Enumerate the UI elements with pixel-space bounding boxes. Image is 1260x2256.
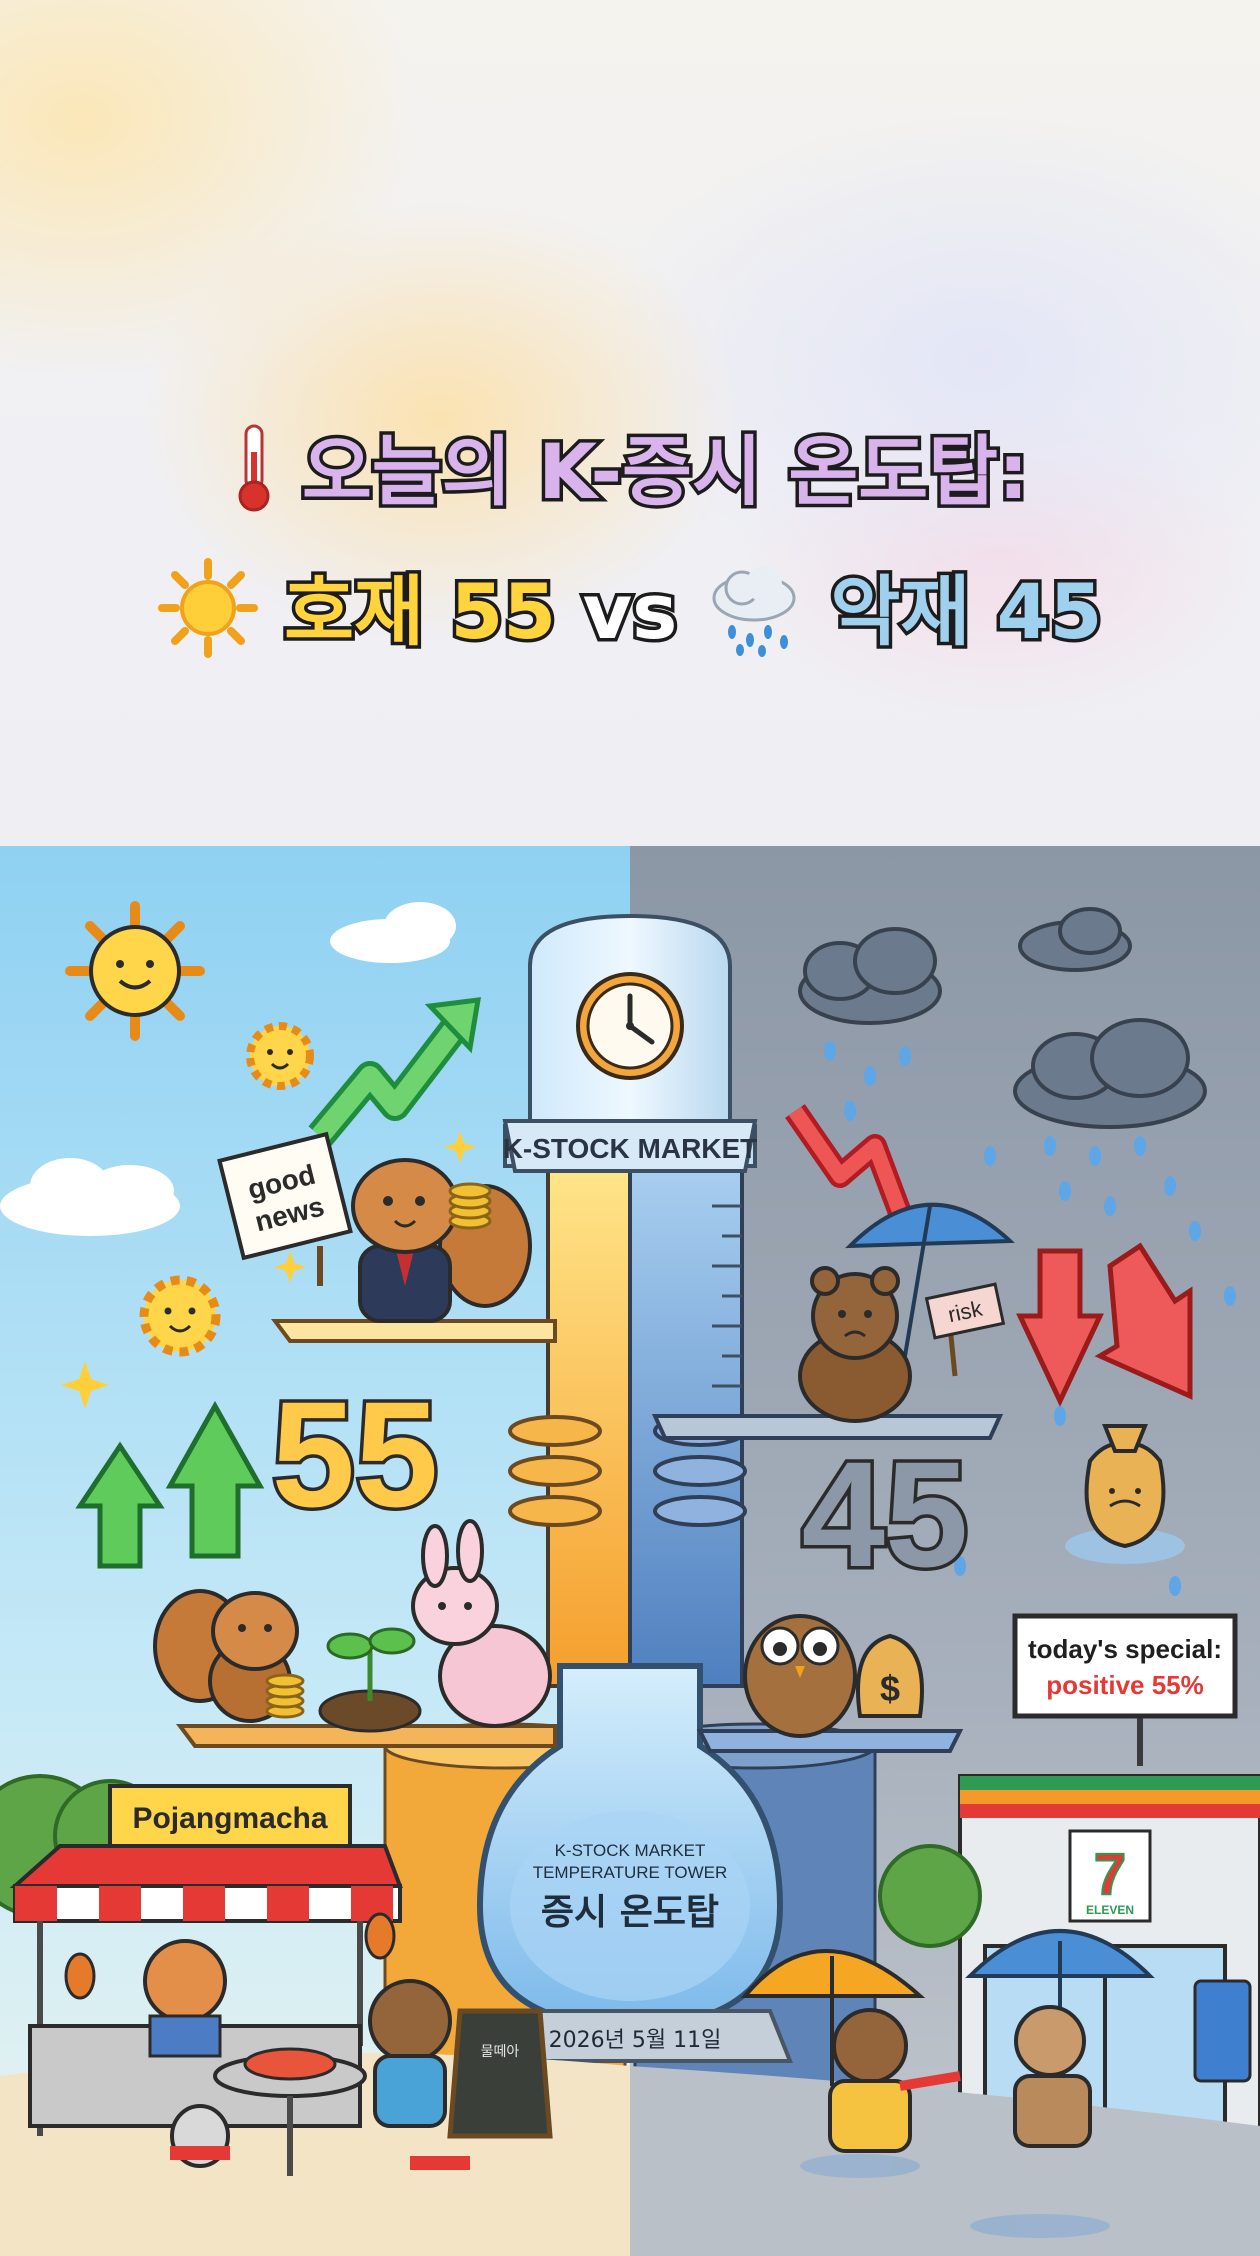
sun-icon <box>157 558 258 676</box>
bulb-label-korean: 증시 온도탑 <box>541 1892 719 1933</box>
tower-banner: K-STOCK MARKET <box>503 1133 758 1164</box>
rain-cloud-icon <box>704 558 804 676</box>
money-bag: $ <box>856 1633 924 1718</box>
title-line-2: 호재 55 vs 악재 45 <box>0 550 1260 676</box>
header: 오늘의 K-증시 온도탑: 호재 55 vs 악재 45 <box>0 0 1260 846</box>
sun-icon <box>246 1022 314 1090</box>
illustration: K-STOCK MARKET K-STOCK MARKET TEMPERATUR… <box>0 846 1260 2256</box>
bad-value: 45 <box>802 1430 969 1598</box>
sun-icon <box>139 1275 221 1357</box>
title-text: 오늘의 K-증시 온도탑: <box>298 424 1032 520</box>
platform-lower-right <box>696 1729 964 1753</box>
date-plate: 2026년 5월 11일 <box>549 2028 722 2053</box>
good-news-label: 호재 55 <box>281 564 560 660</box>
title-line-1: 오늘의 K-증시 온도탑: <box>0 410 1260 532</box>
page: 오늘의 K-증시 온도탑: 호재 55 vs 악재 45 K-STOCK MAR… <box>0 0 1260 2256</box>
money-bag-symbol: $ <box>880 1668 900 1709</box>
platform-upper-left <box>271 1319 557 1343</box>
bulb-label-1: K-STOCK MARKET <box>555 1841 706 1860</box>
sun-icon <box>65 901 205 1041</box>
owl <box>743 1614 857 1738</box>
bad-news-label: 악재 45 <box>827 564 1106 660</box>
good-value: 55 <box>272 1370 439 1538</box>
clock-icon <box>576 972 684 1080</box>
bulb-label-2: TEMPERATURE TOWER <box>533 1863 728 1882</box>
stall-sign: Pojangmacha <box>132 1802 327 1835</box>
chalkboard: 물떼아 <box>447 2008 553 2139</box>
store-logo: 7 <box>1094 1842 1126 1907</box>
thermometer-icon <box>232 422 276 532</box>
billboard-line1: today's special: <box>1028 1634 1222 1664</box>
store-logo-sub: ELEVEN <box>1086 1903 1134 1917</box>
vs-label: vs <box>579 564 681 660</box>
billboard-line2: positive 55% <box>1046 1670 1204 1700</box>
chalkboard-text: 물떼아 <box>481 2044 520 2060</box>
